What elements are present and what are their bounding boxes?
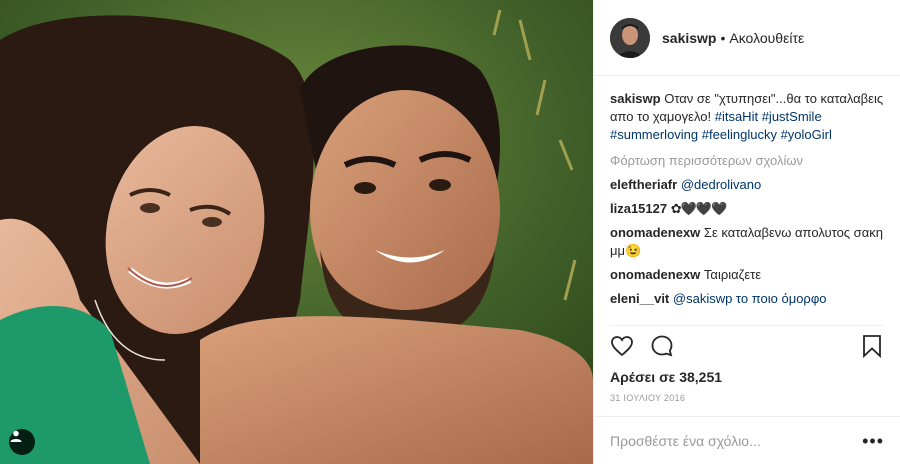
hashtag[interactable]: #itsaHit: [715, 109, 758, 124]
comment: liza15127 ✿🖤🖤🖤: [610, 200, 884, 218]
post-date[interactable]: 31 ΙΟΥΛΙΟΥ 2016: [594, 385, 900, 417]
post-sidebar: sakiswp • Ακολουθείτε sakiswp Οταν σε "χ…: [593, 0, 900, 464]
add-comment-bar: •••: [594, 416, 900, 464]
bookmark-icon[interactable]: [860, 334, 884, 359]
comment-text: @sakiswp το ποιο όμορφο: [672, 291, 827, 306]
follow-status[interactable]: Ακολουθείτε: [729, 30, 804, 46]
comment: onomadenexw Σε καταλαβενω απολυτος σακη …: [610, 224, 884, 260]
comment-username[interactable]: onomadenexw: [610, 267, 700, 282]
comment-username[interactable]: liza15127: [610, 201, 667, 216]
likes-count[interactable]: Αρέσει σε 38,251: [594, 365, 900, 385]
hashtag[interactable]: #yoloGirl: [781, 127, 832, 142]
comment-input[interactable]: [610, 432, 863, 449]
post-photo[interactable]: [0, 0, 593, 464]
header-separator: •: [720, 29, 726, 46]
photo-illustration: [0, 0, 593, 464]
load-more-comments[interactable]: Φόρτωση περισσότερων σχολίων: [610, 152, 884, 170]
comment: eleftheriafr @dedrolivano: [610, 176, 884, 194]
hashtag[interactable]: #justSmile: [762, 109, 822, 124]
caption: sakiswp Οταν σε "χτυπησει"...θα το καταλ…: [610, 90, 884, 144]
comment-username[interactable]: eleni__vit: [610, 291, 669, 306]
comment: onomadenexw Ταιριαζετε: [610, 266, 884, 284]
comment-text: Ταιριαζετε: [703, 267, 762, 282]
comments-section: sakiswp Οταν σε "χτυπησει"...θα το καταλ…: [594, 76, 900, 325]
comment-text: ✿🖤🖤🖤: [670, 201, 727, 216]
hashtag[interactable]: #feelinglucky: [702, 127, 777, 142]
header-username[interactable]: sakiswp: [662, 30, 716, 46]
comment-username[interactable]: onomadenexw: [610, 225, 700, 240]
comment: eleni__vit @sakiswp το ποιο όμορφο: [610, 290, 884, 308]
hashtag[interactable]: #summerloving: [610, 127, 698, 142]
post-container: sakiswp • Ακολουθείτε sakiswp Οταν σε "χ…: [0, 0, 900, 464]
comment-text[interactable]: @dedrolivano: [681, 177, 761, 192]
comment-icon[interactable]: [650, 334, 674, 358]
more-options-icon[interactable]: •••: [862, 432, 884, 450]
caption-username[interactable]: sakiswp: [610, 91, 661, 106]
avatar[interactable]: [610, 17, 650, 58]
action-bar: [610, 325, 884, 365]
post-header: sakiswp • Ακολουθείτε: [594, 0, 900, 76]
user-tag-icon[interactable]: [9, 429, 35, 455]
heart-icon[interactable]: [610, 334, 634, 358]
comment-username[interactable]: eleftheriafr: [610, 177, 677, 192]
